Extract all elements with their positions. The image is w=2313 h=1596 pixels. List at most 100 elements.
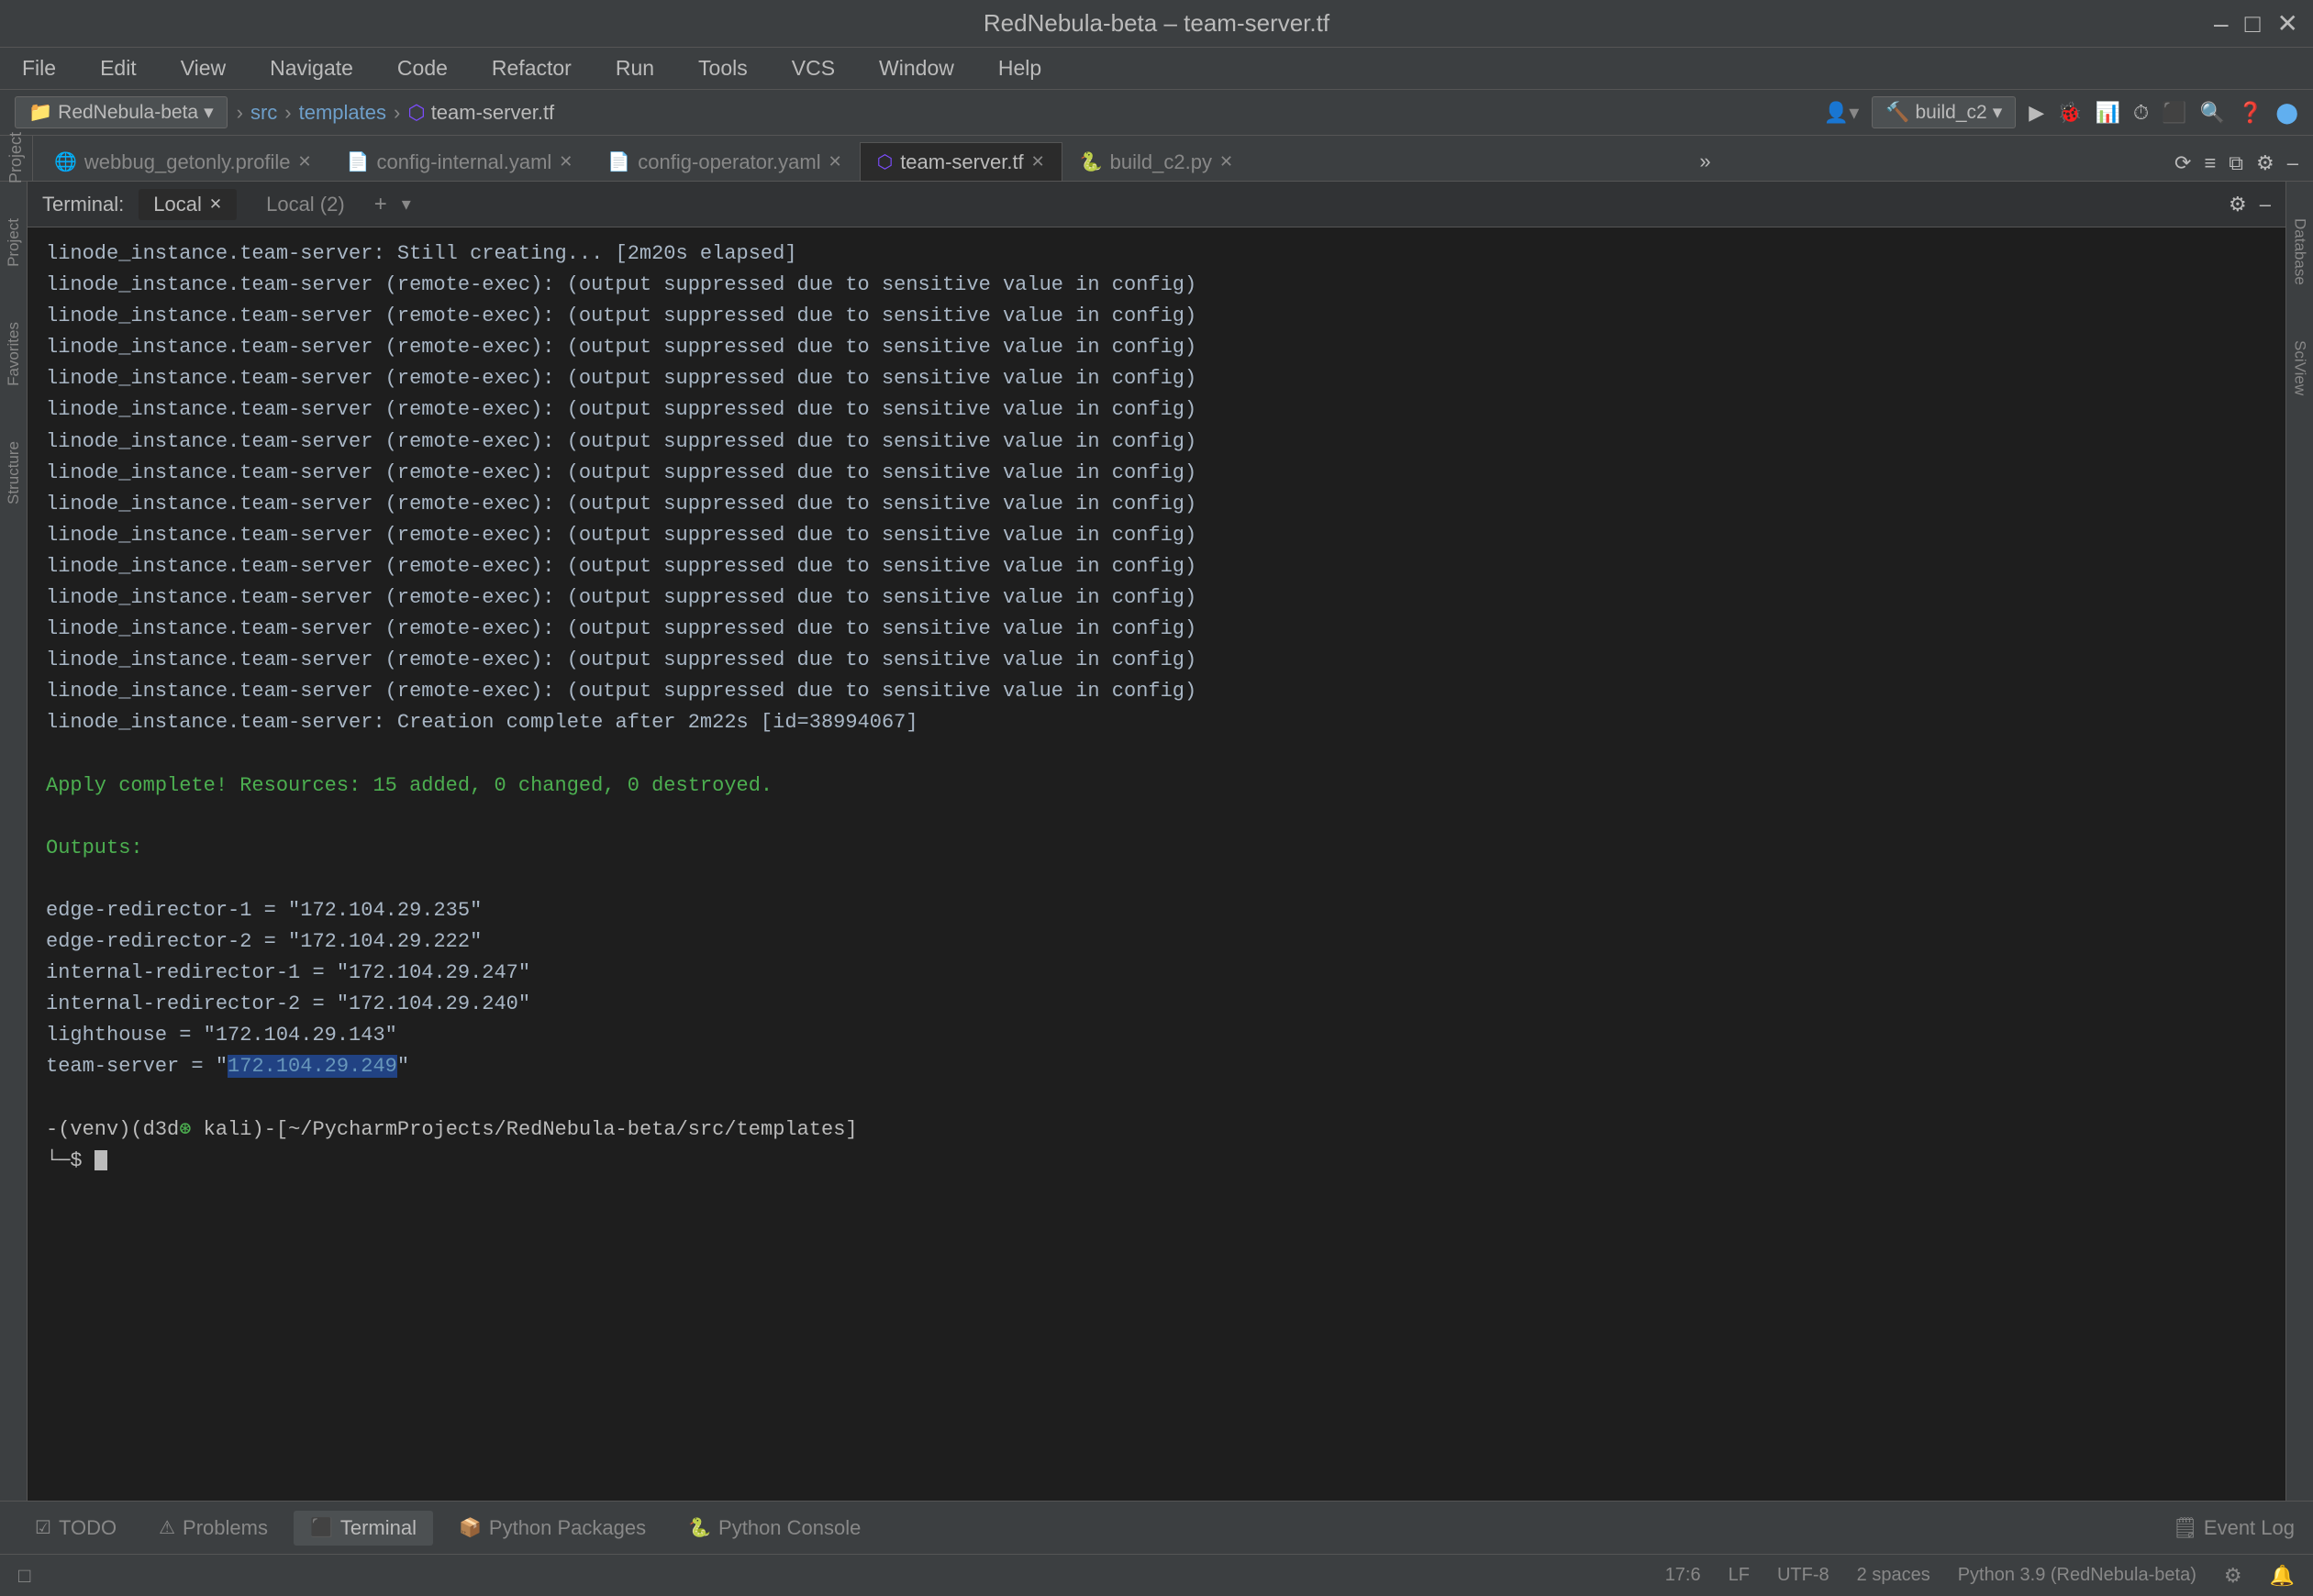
terminal-settings-icon[interactable]: ⚙ bbox=[2229, 193, 2247, 216]
terminal-toolbar-right: ⚙ – bbox=[2229, 193, 2271, 216]
bottom-tab-python-packages[interactable]: 📦 Python Packages bbox=[442, 1511, 662, 1546]
terminal-tab-local2[interactable]: Local (2) bbox=[251, 189, 360, 220]
term-line-9: linode_instance.team-server (remote-exec… bbox=[46, 489, 2267, 520]
tab-close-team-server[interactable]: ✕ bbox=[1031, 152, 1045, 172]
bottom-tab-terminal[interactable]: ⬛ Terminal bbox=[294, 1511, 433, 1546]
bottom-tab-python-console[interactable]: 🐍 Python Console bbox=[672, 1511, 877, 1546]
settings-status-icon[interactable]: ⚙ bbox=[2224, 1564, 2242, 1588]
term-line-edge1: edge-redirector-1 = "172.104.29.235" bbox=[46, 895, 2267, 926]
window-controls[interactable]: – □ ✕ bbox=[2214, 8, 2298, 39]
breadcrumb-templates[interactable]: templates bbox=[299, 101, 386, 125]
sidebar-project-label[interactable]: Project bbox=[5, 218, 23, 267]
indent[interactable]: 2 spaces bbox=[1857, 1565, 1930, 1586]
tab-close-build-c2[interactable]: ✕ bbox=[1219, 152, 1233, 172]
notification-icon[interactable]: 🔔 bbox=[2270, 1564, 2295, 1588]
tab-webbug[interactable]: 🌐 webbug_getonly.profile ✕ bbox=[37, 142, 329, 181]
tab-close-config-operator[interactable]: ✕ bbox=[828, 152, 842, 172]
sidebar-structure-label[interactable]: Structure bbox=[5, 441, 23, 504]
breadcrumb-file[interactable]: ⬡ team-server.tf bbox=[407, 101, 554, 125]
term-line-1: linode_instance.team-server: Still creat… bbox=[46, 238, 2267, 270]
sidebar-sciview-label[interactable]: SciView bbox=[2291, 340, 2309, 395]
menu-edit[interactable]: Edit bbox=[93, 52, 144, 84]
menu-file[interactable]: File bbox=[15, 52, 63, 84]
tab-build-c2[interactable]: 🐍 build_c2.py ✕ bbox=[1062, 142, 1251, 181]
terminal-minimize-icon[interactable]: – bbox=[2260, 193, 2271, 216]
menu-help[interactable]: Help bbox=[991, 52, 1049, 84]
status-bar: □ 17:6 LF UTF-8 2 spaces Python 3.9 (Red… bbox=[0, 1554, 2313, 1596]
minimize-editor-icon[interactable]: – bbox=[2287, 151, 2298, 175]
menu-navigate[interactable]: Navigate bbox=[262, 52, 361, 84]
menu-refactor[interactable]: Refactor bbox=[484, 52, 579, 84]
menu-window[interactable]: Window bbox=[872, 52, 962, 84]
line-ending[interactable]: LF bbox=[1729, 1565, 1750, 1586]
term-line-prompt: -(venv)(d3d⊛ kali)-[~/PycharmProjects/Re… bbox=[46, 1114, 2267, 1146]
python-packages-icon: 📦 bbox=[459, 1516, 482, 1539]
help-button[interactable]: ❓ bbox=[2238, 101, 2263, 125]
sync-icon[interactable]: ⟳ bbox=[2174, 151, 2191, 175]
layout-icon[interactable]: □ bbox=[18, 1564, 30, 1588]
menu-tools[interactable]: Tools bbox=[691, 52, 755, 84]
tab-config-internal[interactable]: 📄 config-internal.yaml ✕ bbox=[329, 142, 591, 181]
split-icon[interactable]: ⧉ bbox=[2229, 151, 2243, 175]
term-line-7: linode_instance.team-server (remote-exec… bbox=[46, 427, 2267, 458]
term-line-12: linode_instance.team-server (remote-exec… bbox=[46, 582, 2267, 614]
close-button[interactable]: ✕ bbox=[2277, 8, 2298, 39]
terminal-tab-local[interactable]: Local ✕ bbox=[139, 189, 237, 220]
search-button[interactable]: 🔍 bbox=[2200, 101, 2225, 125]
host-label: kali)-[~/PycharmProjects/RedNebula-beta/… bbox=[191, 1118, 857, 1141]
tab-close-webbug[interactable]: ✕ bbox=[298, 152, 312, 172]
tabs-overflow[interactable]: » bbox=[1699, 150, 1710, 173]
term-line-internal1: internal-redirector-1 = "172.104.29.247" bbox=[46, 958, 2267, 989]
project-label: Project bbox=[6, 132, 26, 183]
debug-button[interactable]: 🐞 bbox=[2057, 101, 2082, 125]
term-line-16: linode_instance.team-server: Creation co… bbox=[46, 707, 2267, 738]
webbug-icon: 🌐 bbox=[54, 150, 77, 173]
terminal-tab-local-close[interactable]: ✕ bbox=[209, 195, 222, 214]
terminal-content[interactable]: linode_instance.team-server: Still creat… bbox=[28, 227, 2285, 1501]
maximize-button[interactable]: □ bbox=[2245, 9, 2261, 39]
tabs-actions: » bbox=[1699, 150, 1725, 181]
menu-bar: File Edit View Navigate Code Refactor Ru… bbox=[0, 48, 2313, 90]
minimize-button[interactable]: – bbox=[2214, 9, 2229, 39]
toolbar: 📁 RedNebula-beta ▾ › src › templates › ⬡… bbox=[0, 90, 2313, 136]
tab-close-config-internal[interactable]: ✕ bbox=[559, 152, 573, 172]
sidebar-favorites-label[interactable]: Favorites bbox=[5, 322, 23, 386]
stop-button[interactable]: ⬛ bbox=[2162, 101, 2186, 125]
terminal-area: Terminal: Local ✕ Local (2) + ▾ ⚙ – lino… bbox=[28, 182, 2285, 1501]
profile-button[interactable]: ⏱ bbox=[2133, 101, 2149, 125]
menu-run[interactable]: Run bbox=[608, 52, 662, 84]
term-line-cursor[interactable]: └─$ bbox=[46, 1146, 2267, 1177]
terminal-add-tab[interactable]: + bbox=[374, 192, 387, 217]
tab-team-server[interactable]: ⬡ team-server.tf ✕ bbox=[860, 142, 1062, 181]
term-line-internal2: internal-redirector-2 = "172.104.29.240" bbox=[46, 989, 2267, 1020]
breadcrumb-src[interactable]: src bbox=[250, 101, 277, 125]
term-line-edge2: edge-redirector-2 = "172.104.29.222" bbox=[46, 926, 2267, 958]
menu-view[interactable]: View bbox=[173, 52, 233, 84]
menu-code[interactable]: Code bbox=[390, 52, 455, 84]
terminal-dropdown[interactable]: ▾ bbox=[402, 193, 411, 216]
settings-icon[interactable]: ⬤ bbox=[2275, 101, 2298, 125]
sidebar-database-label[interactable]: Database bbox=[2291, 218, 2309, 285]
hammer-icon: 🔨 bbox=[1885, 102, 1909, 124]
project-sidebar-toggle[interactable]: Project bbox=[0, 136, 33, 181]
at-symbol: ⊛ bbox=[179, 1118, 191, 1141]
coverage-button[interactable]: 📊 bbox=[2096, 101, 2120, 125]
build-config-button[interactable]: 🔨 build_c2 ▾ bbox=[1872, 96, 2016, 128]
term-line-15: linode_instance.team-server (remote-exec… bbox=[46, 676, 2267, 707]
event-log-button[interactable]: 🗒 Event Log bbox=[2173, 1516, 2295, 1540]
term-line-4: linode_instance.team-server (remote-exec… bbox=[46, 332, 2267, 363]
menu-vcs[interactable]: VCS bbox=[784, 52, 842, 84]
run-button[interactable]: ▶ bbox=[2029, 101, 2044, 125]
bottom-tab-problems[interactable]: ⚠ Problems bbox=[142, 1511, 284, 1546]
project-button[interactable]: 📁 RedNebula-beta ▾ bbox=[15, 96, 228, 128]
settings-gear-icon[interactable]: ⚙ bbox=[2256, 151, 2274, 175]
python-interpreter[interactable]: Python 3.9 (RedNebula-beta) bbox=[1958, 1565, 2196, 1586]
tab-config-operator[interactable]: 📄 config-operator.yaml ✕ bbox=[590, 142, 859, 181]
list-icon[interactable]: ≡ bbox=[2204, 151, 2216, 175]
bottom-tab-todo[interactable]: ☑ TODO bbox=[18, 1511, 133, 1546]
cursor-position[interactable]: 17:6 bbox=[1665, 1565, 1701, 1586]
window-title: RedNebula-beta – team-server.tf bbox=[984, 9, 1329, 38]
encoding[interactable]: UTF-8 bbox=[1777, 1565, 1829, 1586]
breadcrumb-sep1: › bbox=[237, 101, 243, 125]
term-line-13: linode_instance.team-server (remote-exec… bbox=[46, 614, 2267, 645]
